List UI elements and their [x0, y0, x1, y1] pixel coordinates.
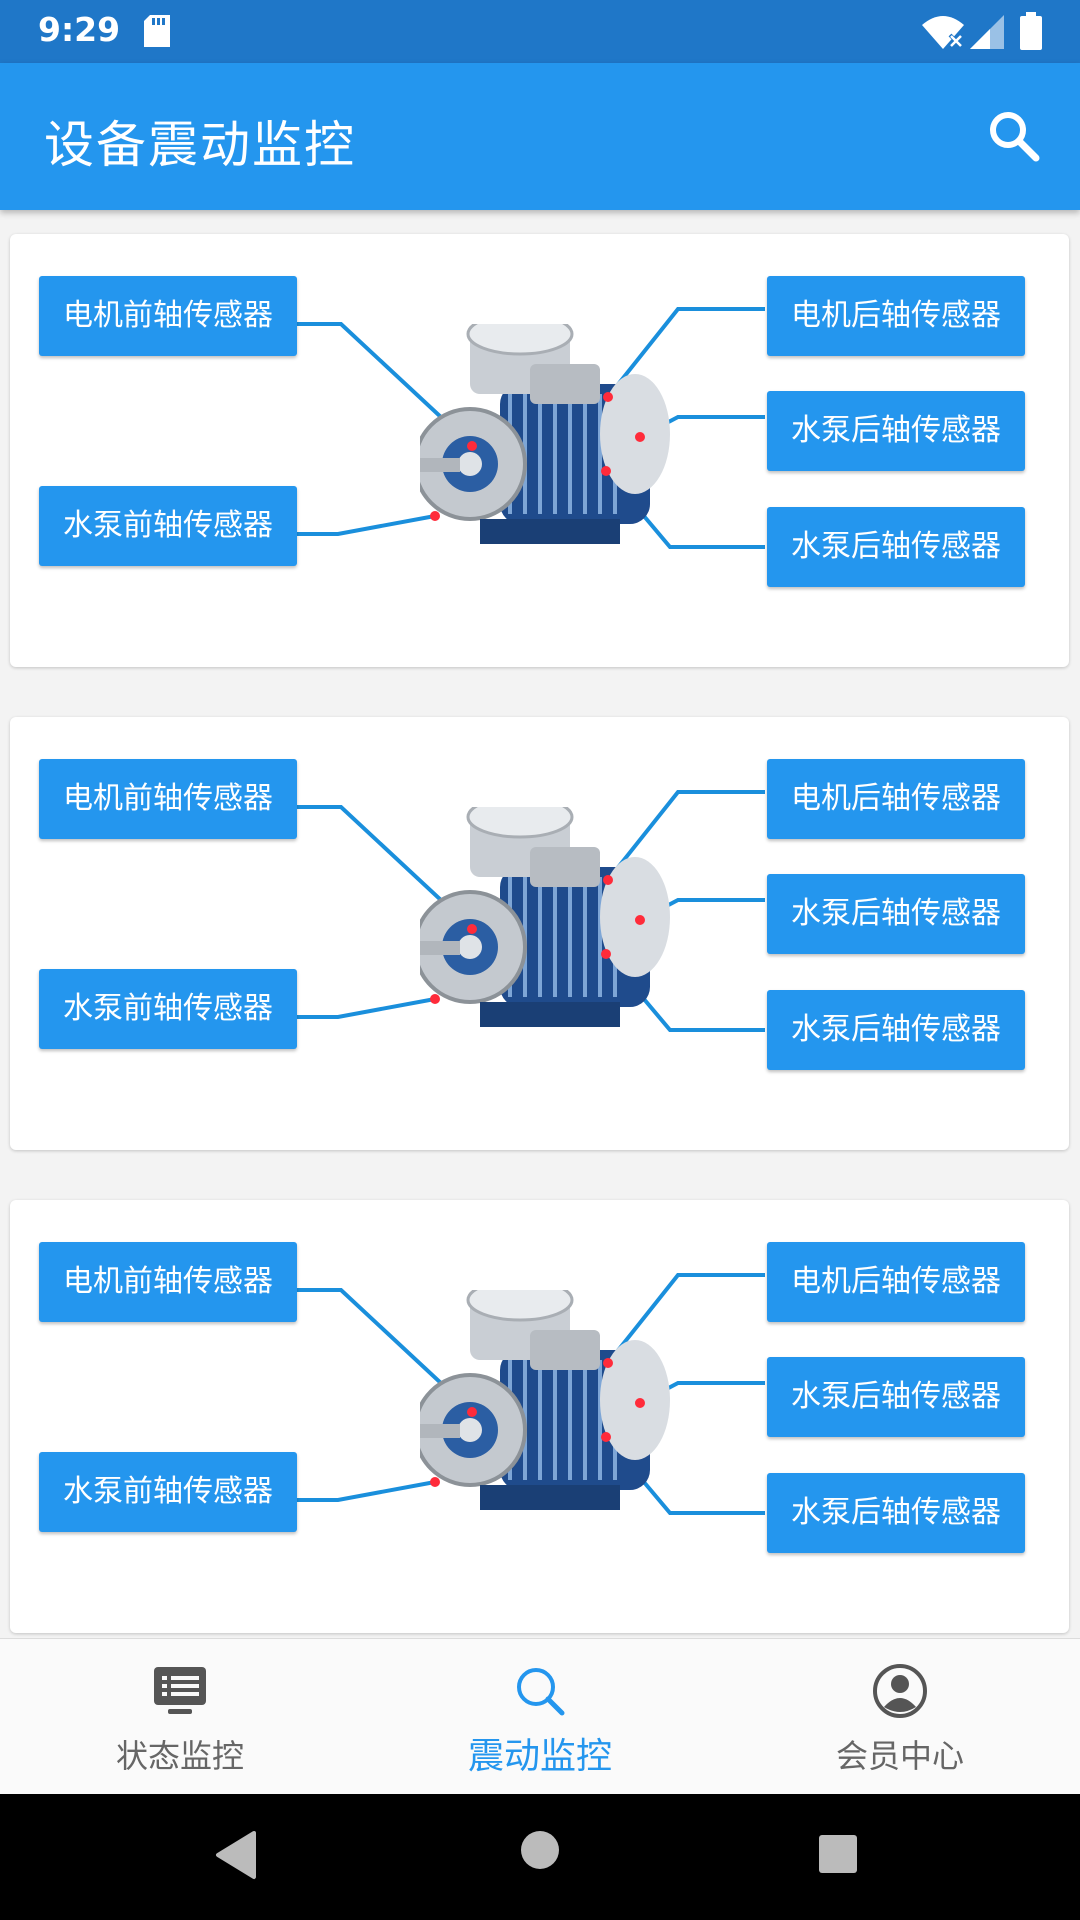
motor-rear-sensor-button[interactable]: 电机后轴传感器 — [767, 1242, 1025, 1322]
nav-label: 状态监控 — [115, 1737, 244, 1775]
pump-rear-sensor-button[interactable]: 水泵后轴传感器 — [767, 507, 1025, 587]
nav-item-status-monitor[interactable]: 状态监控 — [0, 1639, 360, 1795]
sensor-card-list[interactable]: 电机前轴传感器 水泵前轴传感器 电机后轴传感器 水泵后轴传感器 水泵后轴传感器 — [0, 210, 1080, 1638]
sd-card-icon — [144, 15, 170, 47]
search-icon — [517, 1668, 565, 1716]
pump-front-sensor-button[interactable]: 水泵前轴传感器 — [39, 486, 297, 566]
app-bar: 设备震动监控 — [0, 63, 1080, 210]
nav-item-member-center[interactable]: 会员中心 — [720, 1639, 1080, 1795]
pump-front-sensor-button[interactable]: 水泵前轴传感器 — [39, 1452, 297, 1532]
pump-rear-sensor-button[interactable]: 水泵后轴传感器 — [767, 990, 1025, 1070]
pump-rear-sensor-button[interactable]: 水泵后轴传感器 — [767, 874, 1025, 954]
battery-icon — [1020, 12, 1042, 50]
system-nav-bar — [0, 1794, 1080, 1920]
back-icon[interactable] — [214, 1830, 258, 1880]
motor-front-sensor-button[interactable]: 电机前轴传感器 — [39, 276, 297, 356]
pump-front-sensor-button[interactable]: 水泵前轴传感器 — [39, 969, 297, 1049]
nav-label: 会员中心 — [835, 1737, 964, 1775]
wifi-icon — [922, 16, 964, 49]
pump-rear-sensor-button[interactable]: 水泵后轴传感器 — [767, 1357, 1025, 1437]
nav-label: 震动监控 — [467, 1736, 612, 1777]
page-title: 设备震动监控 — [44, 116, 356, 174]
user-icon — [873, 1664, 927, 1718]
motor-rear-sensor-button[interactable]: 电机后轴传感器 — [767, 276, 1025, 356]
nav-item-vibration-monitor[interactable]: 震动监控 — [360, 1639, 720, 1795]
search-button[interactable] — [986, 108, 1042, 164]
motor-rear-sensor-button[interactable]: 电机后轴传感器 — [767, 759, 1025, 839]
device-card: 电机前轴传感器 水泵前轴传感器 电机后轴传感器 水泵后轴传感器 水泵后轴传感器 — [10, 1200, 1069, 1633]
motor-front-sensor-button[interactable]: 电机前轴传感器 — [39, 1242, 297, 1322]
signal-icon — [970, 15, 1004, 49]
motor-front-sensor-button[interactable]: 电机前轴传感器 — [39, 759, 297, 839]
device-card: 电机前轴传感器 水泵前轴传感器 电机后轴传感器 水泵后轴传感器 水泵后轴传感器 — [10, 717, 1069, 1150]
pump-rear-sensor-button[interactable]: 水泵后轴传感器 — [767, 391, 1025, 471]
recent-apps-icon[interactable] — [818, 1834, 858, 1874]
motor-image — [420, 1290, 670, 1510]
status-time: 9:29 — [38, 10, 121, 49]
home-icon[interactable] — [520, 1830, 560, 1870]
search-icon — [990, 112, 1040, 162]
status-bar: 9:29 — [0, 0, 1080, 63]
bottom-nav: 状态监控 震动监控 会员中心 — [0, 1638, 1080, 1795]
pump-rear-sensor-button[interactable]: 水泵后轴传感器 — [767, 1473, 1025, 1553]
motor-image — [420, 807, 670, 1027]
device-card: 电机前轴传感器 水泵前轴传感器 电机后轴传感器 水泵后轴传感器 水泵后轴传感器 — [10, 234, 1069, 667]
monitor-icon — [154, 1667, 206, 1714]
motor-image — [420, 324, 670, 544]
